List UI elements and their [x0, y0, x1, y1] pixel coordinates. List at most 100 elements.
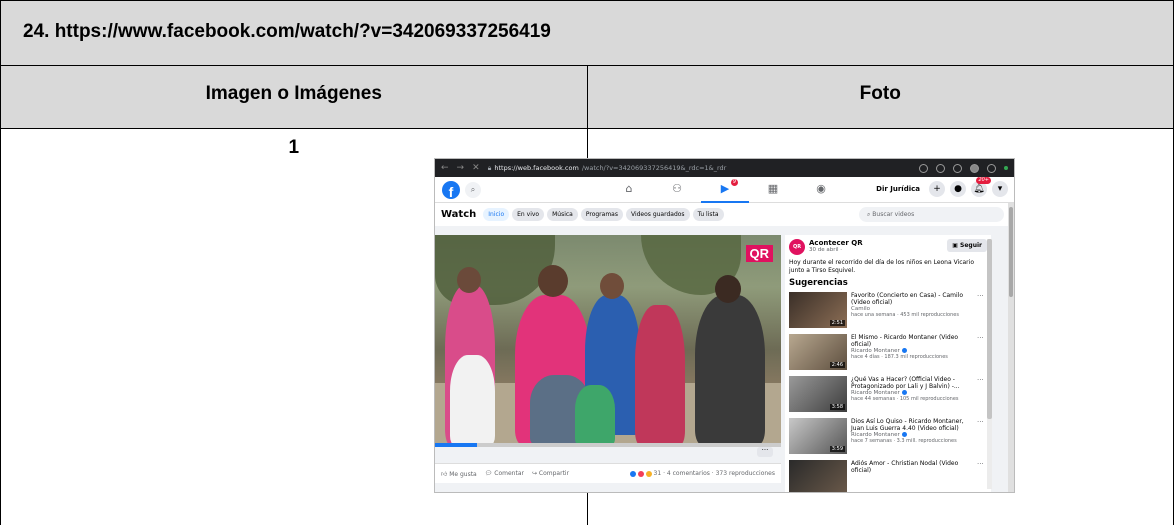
- suggestion-thumbnail[interactable]: 2:51: [789, 292, 847, 328]
- browser-toolbar: ← → ✕ 🔒︎ https://web.facebook.com/watch/…: [435, 159, 1014, 177]
- url-title: 24. https://www.facebook.com/watch/?v=34…: [0, 0, 1174, 66]
- video-duration: 2:51: [829, 320, 845, 326]
- create-icon[interactable]: +: [929, 181, 945, 197]
- tab-programas[interactable]: Programas: [580, 208, 623, 221]
- tab-inicio[interactable]: Inicio: [483, 208, 510, 221]
- suggestion-meta: hace 44 semanas · 105 mil reproducciones: [851, 396, 959, 402]
- suggestion-meta: hace 7 semanas · 3.3 mill. reproduccione…: [851, 438, 957, 444]
- page-avatar[interactable]: QR: [789, 239, 805, 255]
- more-options-icon[interactable]: ···: [977, 292, 987, 330]
- video-person: [575, 385, 615, 443]
- page-scrollbar-thumb[interactable]: [1009, 207, 1013, 297]
- suggestion-meta: hace 4 días · 187.3 mil reproducciones: [851, 354, 948, 360]
- collections-icon[interactable]: [953, 163, 962, 173]
- menu-icon[interactable]: [987, 163, 996, 173]
- read-aloud-icon[interactable]: [919, 163, 928, 173]
- suggestion-title: Favorito (Concierto en Casa) - Camilo (V…: [851, 292, 964, 306]
- profile-icon[interactable]: [970, 163, 979, 173]
- suggestion-item[interactable]: 2:51 Favorito (Concierto en Casa) - Cami…: [789, 292, 987, 330]
- suggestion-item[interactable]: 3:59 Dios Así Lo Quiso - Ricardo Montane…: [789, 418, 987, 456]
- video-scene: [435, 235, 555, 305]
- video-person: [695, 295, 765, 443]
- search-placeholder: Buscar videos: [872, 211, 915, 218]
- like-reaction-icon: [629, 470, 636, 477]
- user-name[interactable]: Dir Jurídica: [876, 185, 920, 193]
- marketplace-icon[interactable]: ▦: [749, 177, 797, 203]
- video-person: [635, 305, 685, 443]
- url-host: https://web.facebook.com: [494, 164, 579, 172]
- main-nav: ⌂ ⚇ ▶ 9 ▦ ◉: [605, 177, 845, 203]
- verified-icon: [901, 432, 907, 437]
- like-label: Me gusta: [449, 470, 477, 478]
- notifications-icon[interactable]: 🔔︎ 20+: [971, 177, 991, 197]
- video-person: [600, 273, 624, 299]
- status-dot-icon: [1004, 166, 1008, 170]
- suggestion-thumbnail[interactable]: 2:46: [789, 334, 847, 370]
- back-icon[interactable]: ←: [441, 163, 449, 173]
- address-bar[interactable]: 🔒︎ https://web.facebook.com/watch/?v=342…: [488, 164, 911, 173]
- post-header: QR Acontecer QR 30 de abril · ▣ Seguir: [789, 239, 987, 255]
- video-progress-fill: [435, 443, 477, 447]
- video-person: [450, 355, 495, 443]
- more-options-icon[interactable]: ···: [757, 447, 773, 457]
- tab-tu-lista[interactable]: Tu lista: [692, 208, 724, 221]
- watch-badge: 9: [730, 179, 738, 186]
- favorites-icon[interactable]: [936, 163, 945, 173]
- video-progress-bar[interactable]: [435, 443, 781, 447]
- care-reaction-icon: [645, 470, 652, 477]
- tab-en-vivo[interactable]: En vivo: [512, 208, 545, 221]
- side-scrollbar-thumb[interactable]: [987, 239, 992, 419]
- search-icon[interactable]: ⌕: [465, 181, 481, 198]
- watch-title: Watch: [441, 209, 477, 220]
- more-options-icon[interactable]: ···: [977, 376, 987, 414]
- post-date: 30 de abril ·: [809, 247, 843, 253]
- more-options-icon[interactable]: ···: [977, 460, 987, 492]
- suggestions-title: Sugerencias: [789, 278, 848, 288]
- close-icon[interactable]: ✕: [472, 163, 480, 173]
- suggestion-item[interactable]: 3:58 ¿Qué Vas a Hacer? (Official Video -…: [789, 376, 987, 414]
- side-scrollbar[interactable]: [987, 239, 992, 489]
- suggestion-thumbnail[interactable]: [789, 460, 847, 492]
- reaction-stats[interactable]: 31 · 4 comentarios · 373 reproducciones: [629, 470, 775, 477]
- like-button[interactable]: 👍︎ Me gusta: [441, 470, 477, 478]
- comment-button[interactable]: 💬︎ Comentar: [485, 470, 524, 477]
- video-person: [538, 265, 568, 297]
- share-button[interactable]: ↪ Compartir: [532, 470, 569, 477]
- video-person: [715, 275, 741, 303]
- account-menu-icon[interactable]: ▾: [992, 181, 1008, 197]
- messenger-icon[interactable]: ●: [950, 181, 966, 197]
- suggestion-title: Adiós Amor - Christian Nodal (Video ofic…: [851, 460, 959, 474]
- suggestion-thumbnail[interactable]: 3:58: [789, 376, 847, 412]
- video-player[interactable]: QR: [435, 235, 781, 443]
- more-options-icon[interactable]: ···: [977, 334, 987, 372]
- post-text: Hoy durante el recorrido del día de los …: [789, 259, 974, 274]
- suggestion-title: ¿Qué Vas a Hacer? (Official Video - Prot…: [851, 376, 960, 390]
- facebook-logo-icon[interactable]: f: [442, 180, 460, 199]
- follow-label: Seguir: [960, 242, 982, 249]
- friends-icon[interactable]: ⚇: [653, 177, 701, 203]
- share-label: Compartir: [538, 470, 570, 477]
- suggestion-item[interactable]: 2:46 El Mismo - Ricardo Montaner (Video …: [789, 334, 987, 372]
- forward-icon[interactable]: →: [457, 163, 465, 173]
- comment-label: Comentar: [494, 470, 524, 477]
- notifications-badge: 20+: [976, 177, 991, 184]
- video-search-input[interactable]: ⌕ Buscar videos: [859, 207, 1004, 222]
- facebook-screenshot: ← → ✕ 🔒︎ https://web.facebook.com/watch/…: [434, 158, 1015, 493]
- page-scrollbar[interactable]: [1008, 203, 1014, 492]
- suggestion-meta: hace una semana · 453 mil reproducciones: [851, 312, 959, 318]
- groups-icon[interactable]: ◉: [797, 177, 845, 203]
- qr-logo: QR: [745, 245, 773, 262]
- follow-button[interactable]: ▣ Seguir: [947, 239, 987, 252]
- column-header-images: Imagen o Imágenes: [0, 65, 588, 129]
- home-icon[interactable]: ⌂: [605, 177, 653, 203]
- suggestion-title: El Mismo - Ricardo Montaner (Video ofici…: [851, 334, 959, 348]
- video-person: [457, 267, 481, 293]
- suggestion-item[interactable]: Adiós Amor - Christian Nodal (Video ofic…: [789, 460, 987, 492]
- page-name[interactable]: Acontecer QR: [809, 239, 863, 247]
- watch-icon[interactable]: ▶ 9: [701, 177, 749, 203]
- suggestion-thumbnail[interactable]: 3:59: [789, 418, 847, 454]
- tab-musica[interactable]: Música: [547, 208, 578, 221]
- account-area: Dir Jurídica + ● 🔔︎ 20+ ▾: [876, 177, 1008, 197]
- tab-videos-guardados[interactable]: Videos guardados: [625, 208, 690, 221]
- more-options-icon[interactable]: ···: [977, 418, 987, 456]
